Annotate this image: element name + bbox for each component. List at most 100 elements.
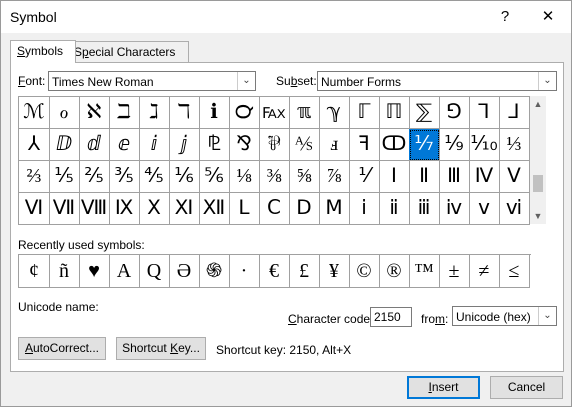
symbol-cell[interactable]: ⅇ: [109, 129, 140, 161]
from-dropdown[interactable]: Unicode (hex) ⌄: [452, 306, 557, 326]
symbol-cell[interactable]: ⅝: [289, 161, 320, 193]
symbol-cell[interactable]: Ⅺ: [169, 193, 200, 225]
symbol-cell[interactable]: ℹ: [199, 97, 230, 129]
symbol-cell[interactable]: ⅚: [199, 161, 230, 193]
symbol-cell[interactable]: Ⅵ: [19, 193, 50, 225]
symbol-cell[interactable]: ⅂: [469, 97, 500, 129]
symbol-cell[interactable]: ⅋: [229, 129, 260, 161]
recent-symbol-cell[interactable]: Q: [139, 255, 170, 288]
symbol-cell[interactable]: ⅉ: [169, 129, 200, 161]
recent-symbol-cell[interactable]: ≤: [499, 255, 530, 288]
symbol-cell[interactable]: ⅱ: [379, 193, 410, 225]
symbol-cell[interactable]: Ⅴ: [499, 161, 530, 193]
symbol-cell[interactable]: ⅑: [439, 129, 470, 161]
cancel-button[interactable]: Cancel: [490, 376, 563, 399]
symbol-cell[interactable]: ⅔: [19, 161, 50, 193]
symbol-cell[interactable]: ⅐: [409, 129, 440, 161]
symbol-cell[interactable]: ⅎ: [319, 129, 350, 161]
symbol-cell[interactable]: ℽ: [319, 97, 350, 129]
recent-symbol-cell[interactable]: ©: [349, 255, 380, 288]
symbol-cell[interactable]: ⅙: [169, 161, 200, 193]
symbol-cell[interactable]: Ⅿ: [319, 193, 350, 225]
recent-symbol-cell[interactable]: ™: [409, 255, 440, 288]
autocorrect-button[interactable]: AutoCorrect...: [18, 337, 106, 360]
symbol-cell[interactable]: ⅟: [349, 161, 380, 193]
symbol-cell[interactable]: ℳ: [19, 97, 50, 129]
symbol-cell[interactable]: ℻: [259, 97, 290, 129]
symbol-cell[interactable]: Ⅶ: [49, 193, 80, 225]
recent-symbol-cell[interactable]: £: [289, 255, 320, 288]
recent-symbol-cell[interactable]: ·: [229, 255, 260, 288]
symbol-cell[interactable]: ↀ: [379, 129, 410, 161]
symbol-cell[interactable]: Ⅹ: [139, 193, 170, 225]
scrollbar-thumb[interactable]: [533, 175, 543, 192]
help-button[interactable]: ?: [490, 5, 520, 29]
symbol-cell[interactable]: ⅈ: [139, 129, 170, 161]
recent-symbol-cell[interactable]: ♥: [79, 255, 110, 288]
character-code-input[interactable]: 2150: [370, 307, 412, 327]
scroll-down-arrow-icon[interactable]: ▼: [530, 208, 546, 224]
symbol-cell[interactable]: ⅜: [259, 161, 290, 193]
symbol-cell[interactable]: ꟻ: [349, 129, 380, 161]
symbol-cell[interactable]: ℺: [229, 97, 260, 129]
symbol-cell[interactable]: ⅰ: [349, 193, 380, 225]
symbol-cell[interactable]: ⅵ: [499, 193, 530, 225]
recent-symbol-cell[interactable]: ≠: [469, 255, 500, 288]
symbol-cell[interactable]: ⅳ: [439, 193, 470, 225]
symbol-cell[interactable]: ℵ: [79, 97, 110, 129]
symbol-cell[interactable]: ⅅ: [49, 129, 80, 161]
symbol-cell[interactable]: Ⅾ: [289, 193, 320, 225]
symbol-cell[interactable]: ⅛: [229, 161, 260, 193]
symbol-cell[interactable]: ⅄: [19, 129, 50, 161]
symbol-cell[interactable]: Ⅰ: [379, 161, 410, 193]
symbol-cell[interactable]: ℸ: [169, 97, 200, 129]
recent-symbol-cell[interactable]: ®: [379, 255, 410, 288]
recent-symbol-cell[interactable]: A: [109, 255, 140, 288]
font-dropdown[interactable]: Times New Roman ⌄: [48, 71, 256, 91]
symbol-cell[interactable]: ⅲ: [409, 193, 440, 225]
symbol-cell[interactable]: ⅒: [469, 129, 500, 161]
symbol-cell[interactable]: ℼ: [289, 97, 320, 129]
symbol-cell[interactable]: ⅀: [409, 97, 440, 129]
recent-symbol-cell[interactable]: Ə: [169, 255, 200, 288]
symbol-cell[interactable]: ℿ: [379, 97, 410, 129]
symbol-cell[interactable]: ⅞: [319, 161, 350, 193]
symbol-cell[interactable]: Ⅱ: [409, 161, 440, 193]
tab-special-characters[interactable]: Special Characters: [67, 41, 189, 62]
recent-symbol-cell[interactable]: €: [259, 255, 290, 288]
symbol-cell[interactable]: ⅁: [439, 97, 470, 129]
recent-symbol-cell[interactable]: ֍: [199, 255, 230, 288]
symbol-cell[interactable]: ℾ: [349, 97, 380, 129]
recent-symbol-cell[interactable]: ¢: [19, 255, 50, 288]
symbol-cell[interactable]: ℴ: [49, 97, 80, 129]
close-button[interactable]: ✕: [533, 5, 563, 29]
recent-symbol-cell[interactable]: ñ: [49, 255, 80, 288]
symbol-cell[interactable]: ⅆ: [79, 129, 110, 161]
symbol-cell[interactable]: ⅃: [499, 97, 530, 129]
symbol-cell[interactable]: Ⅷ: [79, 193, 110, 225]
scroll-up-arrow-icon[interactable]: ▲: [530, 96, 546, 112]
tab-symbols[interactable]: Symbols: [10, 40, 76, 63]
insert-button[interactable]: Insert: [407, 376, 480, 399]
symbol-cell[interactable]: ⅕: [49, 161, 80, 193]
subset-dropdown[interactable]: Number Forms ⌄: [317, 71, 557, 91]
symbol-cell[interactable]: ⅍: [289, 129, 320, 161]
symbol-cell[interactable]: ⅗: [109, 161, 140, 193]
symbol-cell[interactable]: Ⅸ: [109, 193, 140, 225]
symbol-cell[interactable]: Ⅽ: [259, 193, 290, 225]
symbol-cell[interactable]: Ⅻ: [199, 193, 230, 225]
recent-symbol-cell[interactable]: ¥: [319, 255, 350, 288]
symbol-cell[interactable]: ⅘: [139, 161, 170, 193]
symbol-cell[interactable]: ⅊: [199, 129, 230, 161]
symbol-cell[interactable]: ⅓: [499, 129, 530, 161]
symbol-cell[interactable]: ⅴ: [469, 193, 500, 225]
symbol-grid-scrollbar[interactable]: ▲ ▼: [530, 96, 546, 224]
symbol-cell[interactable]: ℷ: [139, 97, 170, 129]
recent-symbol-cell[interactable]: ±: [439, 255, 470, 288]
shortcut-key-button[interactable]: Shortcut Key...: [116, 337, 206, 360]
symbol-cell[interactable]: ⅌: [259, 129, 290, 161]
symbol-cell[interactable]: Ⅼ: [229, 193, 260, 225]
symbol-cell[interactable]: ℶ: [109, 97, 140, 129]
symbol-cell[interactable]: Ⅳ: [469, 161, 500, 193]
symbol-cell[interactable]: ⅖: [79, 161, 110, 193]
